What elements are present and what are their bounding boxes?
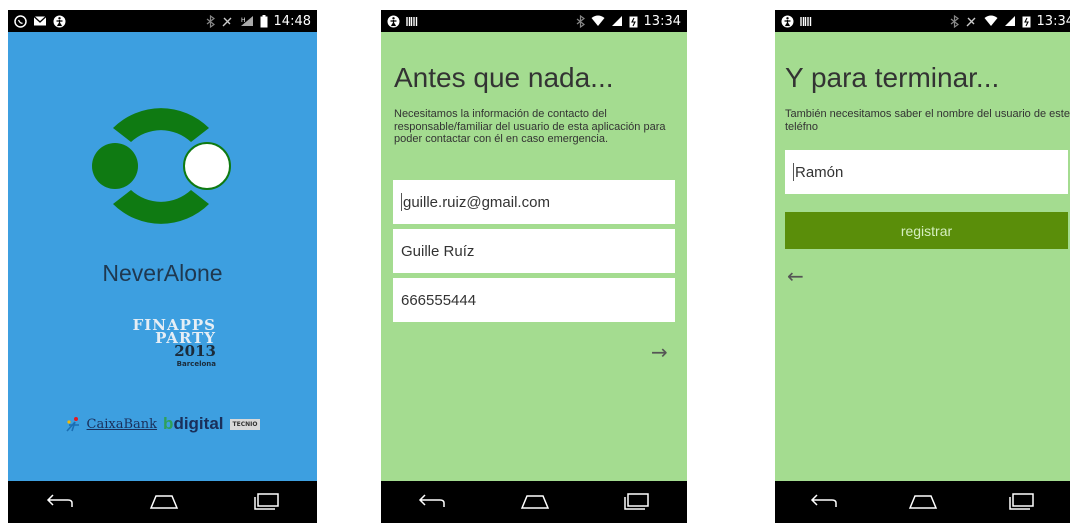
status-bar: 13:34 [381,10,687,32]
bdigital-text: digital [173,414,224,433]
bluetooth-icon [206,14,215,28]
caixabank-logo: CaixaBank [86,416,158,432]
email-value: guille.ruiz@gmail.com [403,193,550,211]
status-bar: 13:34 [775,10,1070,32]
splash-content: NeverAlone FINAPPS PARTY 2013 Barcelona … [8,32,317,481]
battery-charging-icon [1022,16,1031,27]
back-arrow-icon[interactable]: ← [787,264,804,288]
bluetooth-icon [950,14,959,28]
status-time: 14:48 [273,13,311,29]
splash-screen: H 14:48 NeverAlone FINAPPS PARTY 2013 Ba… [8,10,317,523]
event-city: Barcelona [176,360,216,368]
text-cursor [793,163,794,181]
signal-icon [1004,16,1015,26]
status-time: 13:34 [1036,13,1070,29]
accessibility-icon [781,15,794,27]
sponsor-logos: CaixaBank bdigital TECNIO [8,414,317,434]
email-field[interactable]: guille.ruiz@gmail.com [393,180,675,224]
status-bar: H 14:48 [8,10,317,32]
back-icon[interactable] [46,494,74,510]
svg-text:H: H [241,17,246,24]
back-icon[interactable] [418,494,446,510]
home-icon[interactable] [149,494,179,510]
accessibility-icon [53,15,66,27]
register-screen: 13:34 Y para terminar... También necesit… [775,10,1070,523]
description-text: Necesitamos la información de contacto d… [394,108,666,145]
status-time: 13:34 [643,13,681,29]
battery-icon [260,14,268,27]
home-icon[interactable] [908,494,938,510]
phone-field[interactable]: 666555444 [393,278,675,322]
user-name-value: Ramón [795,163,844,181]
whatsapp-icon [14,14,27,28]
battery-charging-icon [629,16,638,27]
barcode-icon [406,16,418,26]
wifi-icon [591,15,605,26]
register-button[interactable]: registrar [785,212,1068,249]
tecnio-logo: TECNIO [229,418,261,430]
signal-icon: H [240,16,253,26]
contact-content: Antes que nada... Necesitamos la informa… [381,32,687,481]
barcode-icon [800,16,812,26]
app-logo-icon [92,108,231,224]
caixabank-star-icon [65,417,79,432]
page-title: Antes que nada... [394,62,614,93]
text-cursor [401,193,402,211]
nav-bar [8,481,317,523]
register-content: Y para terminar... También necesitamos s… [775,32,1070,481]
event-logo: FINAPPS PARTY 2013 Barcelona [116,318,216,371]
nav-bar [775,481,1070,523]
recent-apps-icon[interactable] [624,493,650,511]
alarm-icon [966,17,976,26]
bdigital-logo: bdigital [163,414,223,434]
next-arrow-icon[interactable]: → [651,340,668,364]
recent-apps-icon[interactable] [253,493,280,511]
description-text: También necesitamos saber el nombre del … [785,108,1070,133]
recent-apps-icon[interactable] [1009,493,1035,511]
app-name: NeverAlone [102,260,223,286]
phone-value: 666555444 [401,291,477,309]
accessibility-icon [387,15,400,27]
signal-icon [611,16,622,26]
alarm-icon [222,17,232,26]
home-icon[interactable] [520,494,550,510]
wifi-icon [984,15,998,26]
user-name-field[interactable]: Ramón [785,150,1068,194]
contact-name-value: Guille Ruíz [401,242,475,260]
contact-name-field[interactable]: Guille Ruíz [393,229,675,273]
bdigital-b: b [163,414,174,433]
gmail-icon [33,16,47,26]
page-title: Y para terminar... [785,62,1000,93]
nav-bar [381,481,687,523]
back-icon[interactable] [810,494,838,510]
contact-screen: 13:34 Antes que nada... Necesitamos la i… [381,10,687,523]
bluetooth-icon [576,14,585,28]
